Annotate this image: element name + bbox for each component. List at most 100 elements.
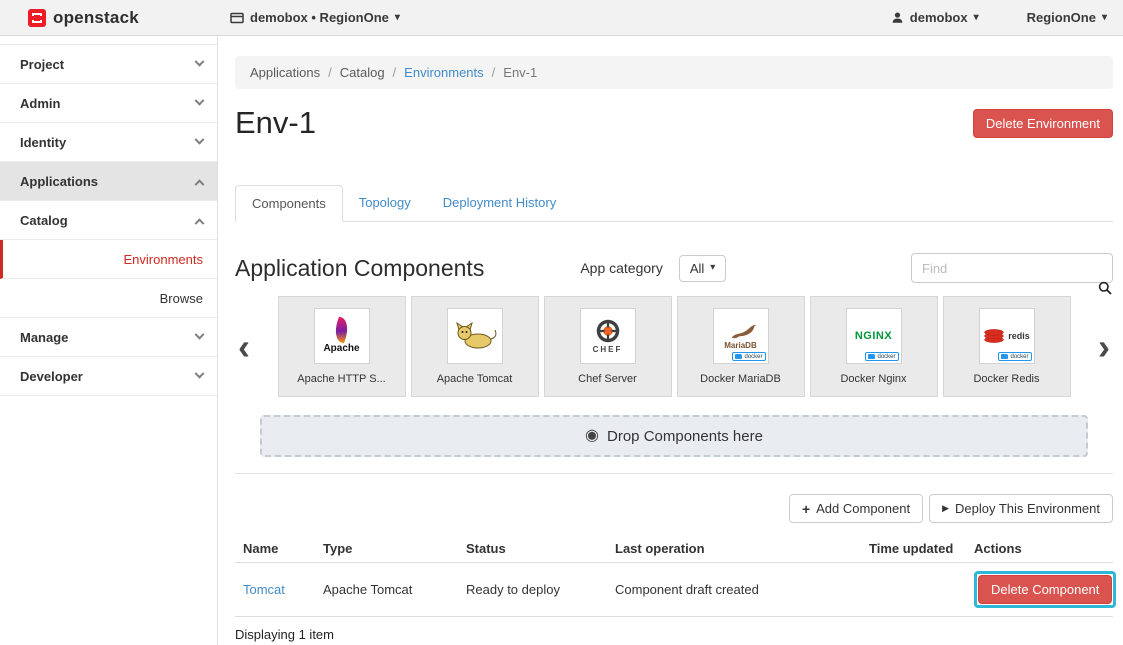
col-last-operation: Last operation — [607, 535, 861, 563]
breadcrumb: Applications / Catalog / Environments / … — [235, 56, 1113, 89]
breadcrumb-applications: Applications — [250, 65, 320, 80]
carousel-prev-button[interactable]: ‹ — [235, 329, 253, 365]
breadcrumb-separator: / — [492, 65, 496, 80]
sidebar-item-label: Catalog — [20, 213, 196, 228]
docker-badge: docker — [865, 352, 898, 361]
docker-whale-icon — [868, 354, 875, 359]
plus-icon: + — [802, 502, 810, 516]
chef-gear-icon — [595, 318, 621, 344]
content: Applications / Catalog / Environments / … — [218, 36, 1123, 645]
category-dropdown[interactable]: All ▾ — [679, 255, 726, 282]
nginx-logo-text: NGINX — [855, 330, 892, 342]
user-dropdown[interactable]: demobox ▾ — [891, 10, 979, 25]
openstack-brand[interactable]: openstack — [28, 8, 230, 28]
sidebar-item-label: Identity — [20, 135, 196, 150]
component-card-apache-tomcat[interactable]: Apache Tomcat — [411, 296, 539, 397]
search-icon[interactable] — [1098, 281, 1112, 300]
col-time-updated: Time updated — [861, 535, 966, 563]
tomcat-logo — [447, 308, 503, 364]
dropzone-label: Drop Components here — [607, 428, 763, 445]
sidebar-item-environments[interactable]: Environments — [0, 240, 217, 279]
docker-whale-icon — [1001, 354, 1008, 359]
page-title: Env-1 — [235, 105, 316, 141]
click-highlight: Delete Component — [974, 571, 1116, 608]
components-header-row: Application Components App category All … — [235, 252, 1113, 284]
app-category-label: App category — [580, 260, 663, 276]
col-status: Status — [458, 535, 607, 563]
breadcrumb-separator: / — [328, 65, 332, 80]
sidebar-item-project[interactable]: Project — [0, 45, 217, 84]
component-status: Ready to deploy — [458, 563, 607, 617]
find-input[interactable] — [911, 253, 1113, 283]
deploy-environment-button[interactable]: ▶ Deploy This Environment — [929, 494, 1113, 523]
card-label: Docker MariaDB — [700, 373, 781, 385]
drop-components-zone[interactable]: ◉ Drop Components here — [260, 415, 1088, 457]
region-dropdown[interactable]: RegionOne ▾ — [1027, 10, 1107, 25]
tab-topology[interactable]: Topology — [343, 185, 427, 221]
sidebar-item-catalog[interactable]: Catalog — [0, 201, 217, 240]
component-name-link[interactable]: Tomcat — [243, 582, 285, 597]
environment-actions: + Add Component ▶ Deploy This Environmen… — [235, 494, 1113, 523]
docker-badge-text: docker — [877, 354, 895, 360]
sidebar-spacer — [0, 36, 217, 45]
component-card-apache-httpd[interactable]: Apache Apache HTTP S... — [278, 296, 406, 397]
component-card-docker-redis[interactable]: redis docker Docker Redis — [943, 296, 1071, 397]
components-heading: Application Components — [235, 255, 484, 282]
sidebar-item-admin[interactable]: Admin — [0, 84, 217, 123]
tab-components[interactable]: Components — [235, 185, 343, 222]
delete-environment-button[interactable]: Delete Environment — [973, 109, 1113, 138]
nginx-logo: NGINX docker — [846, 308, 902, 364]
redis-logo-text: redis — [1008, 331, 1030, 341]
sidebar-item-identity[interactable]: Identity — [0, 123, 217, 162]
chevron-down-icon — [195, 368, 205, 378]
docker-badge: docker — [998, 352, 1031, 361]
component-cards: Apache Apache HTTP S... — [278, 296, 1071, 397]
play-icon: ▶ — [942, 504, 949, 513]
component-card-docker-nginx[interactable]: NGINX docker Docker Nginx — [810, 296, 938, 397]
component-time-updated — [861, 563, 966, 617]
tomcat-cat-icon — [453, 321, 497, 351]
add-component-label: Add Component — [816, 501, 910, 516]
card-label: Docker Nginx — [840, 373, 906, 385]
component-card-docker-mariadb[interactable]: MariaDB docker Docker MariaDB — [677, 296, 805, 397]
component-card-chef-server[interactable]: CHEF Chef Server — [544, 296, 672, 397]
category-value: All — [690, 261, 704, 276]
carousel-next-button[interactable]: › — [1095, 329, 1113, 365]
caret-down-icon: ▾ — [710, 263, 715, 273]
chevron-up-icon — [195, 218, 205, 228]
chevron-down-icon — [195, 329, 205, 339]
section-divider — [235, 473, 1113, 474]
sidebar-item-applications[interactable]: Applications — [0, 162, 217, 201]
tab-deployment-history[interactable]: Deployment History — [427, 185, 572, 221]
chevron-down-icon — [195, 95, 205, 105]
sidebar-item-developer[interactable]: Developer — [0, 357, 217, 396]
chevron-down-icon — [195, 56, 205, 66]
openstack-logo-icon — [28, 9, 46, 27]
sidebar-item-manage[interactable]: Manage — [0, 318, 217, 357]
chef-logo-text: CHEF — [593, 345, 623, 354]
delete-component-button[interactable]: Delete Component — [978, 575, 1112, 604]
project-context-dropdown[interactable]: demobox • RegionOne ▾ — [230, 10, 400, 25]
sidebar-item-label: Project — [20, 57, 196, 72]
breadcrumb-current: Env-1 — [503, 65, 537, 80]
redis-logo: redis docker — [979, 308, 1035, 364]
sidebar-item-label: Browse — [20, 291, 203, 306]
sidebar-item-browse[interactable]: Browse — [0, 279, 217, 318]
target-icon: ◉ — [585, 428, 599, 444]
user-icon — [891, 11, 904, 24]
caret-down-icon: ▾ — [974, 13, 979, 23]
find-wrap — [911, 253, 1113, 283]
main-layout: Project Admin Identity Applications Cata… — [0, 36, 1123, 645]
apache-httpd-logo: Apache — [314, 308, 370, 364]
caret-down-icon: ▾ — [1102, 13, 1107, 23]
card-label: Apache HTTP S... — [297, 373, 385, 385]
components-table: Name Type Status Last operation Time upd… — [235, 535, 1113, 617]
caret-down-icon: ▾ — [395, 13, 400, 23]
tab-bar: Components Topology Deployment History — [235, 185, 1113, 222]
chevron-up-icon — [195, 179, 205, 189]
breadcrumb-environments-link[interactable]: Environments — [404, 65, 483, 80]
mariadb-logo-text: MariaDB — [724, 341, 756, 350]
add-component-button[interactable]: + Add Component — [789, 494, 923, 523]
topbar: openstack demobox • RegionOne ▾ demobox … — [0, 0, 1123, 36]
table-header-row: Name Type Status Last operation Time upd… — [235, 535, 1113, 563]
